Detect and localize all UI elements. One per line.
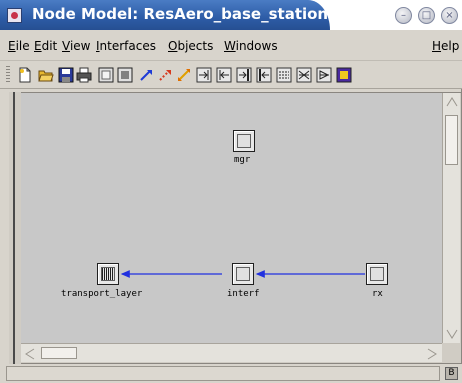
create-packet-stream-icon[interactable] (138, 67, 154, 83)
menu-edit-mnemonic: E (34, 39, 42, 53)
scroll-right-arrow-icon[interactable] (427, 348, 437, 360)
processor-node-inner (237, 134, 251, 148)
node-label-transport-layer: transport_layer (61, 289, 143, 299)
menu-objects-label: bjects (177, 39, 214, 53)
menu-interfaces-label: nterfaces (99, 39, 156, 53)
menu-bar: Eile Edit View Interfaces Objects Window… (0, 30, 462, 61)
processor-node-icon[interactable] (366, 263, 388, 285)
scroll-down-arrow-icon[interactable] (446, 329, 458, 339)
canvas-left-border (9, 92, 21, 364)
scroll-left-arrow-icon[interactable] (25, 348, 35, 360)
new-file-icon[interactable] (17, 67, 33, 83)
create-point-to-point-tx-icon[interactable] (196, 67, 212, 83)
create-logical-association-icon[interactable] (176, 67, 192, 83)
menu-objects[interactable]: Objects (168, 39, 213, 53)
minimize-button[interactable]: – (395, 7, 412, 24)
create-processor-icon[interactable] (98, 67, 114, 83)
menu-help[interactable]: Help (432, 39, 459, 53)
processor-node-icon[interactable] (232, 263, 254, 285)
maximize-button[interactable]: □ (418, 7, 435, 24)
queue-node-icon[interactable] (97, 263, 119, 285)
menu-help-mnemonic: H (432, 39, 442, 53)
create-bus-rx-icon[interactable] (256, 67, 272, 83)
open-folder-icon[interactable] (38, 67, 54, 83)
node-label-interf: interf (227, 289, 260, 299)
queue-node-inner (101, 267, 115, 281)
menu-file[interactable]: Eile (8, 39, 30, 53)
close-button[interactable]: × (441, 7, 458, 24)
node-label-rx: rx (372, 289, 383, 299)
node-model-canvas[interactable]: mgr transport_layer interf rx (21, 93, 442, 343)
menu-windows[interactable]: Windows (224, 39, 278, 53)
menu-windows-label: indows (235, 39, 278, 53)
vertical-scrollbar[interactable] (442, 93, 460, 343)
horizontal-scrollbar[interactable] (21, 343, 442, 362)
vertical-scroll-thumb[interactable] (445, 115, 458, 165)
menu-windows-mnemonic: W (224, 39, 236, 53)
processor-node-inner (370, 267, 384, 281)
print-icon[interactable] (76, 67, 92, 83)
node-model-window: Node Model: ResAero_base_station – □ × E… (0, 0, 462, 383)
links-layer (120, 270, 365, 278)
processor-node-icon[interactable] (233, 130, 255, 152)
create-bus-tx-icon[interactable] (236, 67, 252, 83)
processor-node-inner (236, 267, 250, 281)
create-radio-tx-icon[interactable] (276, 67, 292, 83)
menu-view-label: iew (69, 39, 91, 53)
menu-view[interactable]: View (62, 39, 90, 53)
create-point-to-point-rx-icon[interactable] (216, 67, 232, 83)
status-message (6, 366, 440, 381)
node-label-mgr: mgr (234, 155, 251, 165)
create-antenna-icon[interactable] (316, 67, 332, 83)
create-statistic-wire-icon[interactable] (157, 67, 173, 83)
menu-file-label: ile (15, 39, 30, 53)
menu-help-label: elp (441, 39, 460, 53)
title-bar[interactable]: Node Model: ResAero_base_station – □ × (0, 0, 462, 30)
create-radio-rx-icon[interactable] (296, 67, 312, 83)
status-bar: B (0, 364, 462, 383)
create-external-system-icon[interactable] (336, 67, 352, 83)
menu-interfaces[interactable]: Interfaces (96, 39, 156, 53)
menu-edit[interactable]: Edit (34, 39, 57, 53)
toolbar-grip-handle[interactable] (6, 66, 10, 84)
status-log-icon[interactable]: B (445, 367, 458, 380)
menu-file-mnemonic: E (8, 39, 16, 53)
create-queue-icon[interactable] (117, 67, 133, 83)
menu-edit-label: dit (41, 39, 58, 53)
menu-view-mnemonic: V (62, 39, 70, 53)
toolbar (0, 61, 462, 89)
save-icon[interactable] (58, 67, 74, 83)
app-icon[interactable] (7, 8, 22, 23)
title-tab[interactable]: Node Model: ResAero_base_station (0, 0, 330, 30)
scroll-up-arrow-icon[interactable] (446, 97, 458, 107)
window-title: Node Model: ResAero_base_station (32, 5, 329, 23)
horizontal-scroll-thumb[interactable] (41, 347, 77, 359)
